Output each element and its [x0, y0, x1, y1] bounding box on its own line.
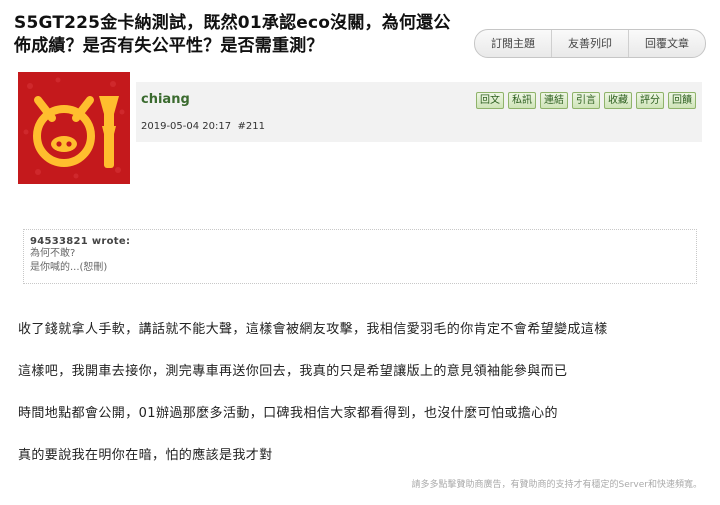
- sponsor-notice: 請多多點擊贊助商廣告，有贊助商的支持才有穩定的Server和快速頻寬。: [411, 480, 702, 490]
- subscribe-button[interactable]: 訂閱主題: [475, 30, 552, 57]
- post-datetime: 2019-05-04 20:17: [141, 121, 232, 132]
- avatar[interactable]: [18, 72, 130, 184]
- favorite-button[interactable]: 收藏: [604, 92, 632, 109]
- reply-button[interactable]: 回覆文章: [629, 30, 705, 57]
- link-button[interactable]: 連結: [540, 92, 568, 109]
- post-body-line: 這樣吧，我開車去接你，測完專車再送你回去，我真的只是希望讓版上的意見領袖能參與而…: [18, 364, 568, 379]
- quote-text: 為何不敢?: [30, 248, 76, 259]
- quote-block: 94533821 wrote: 為何不敢? 是你喊的...(恕刪): [23, 229, 697, 284]
- post-header: chiang 2019-05-04 20:17 #211 回文 私訊 連結 引言…: [136, 82, 702, 142]
- username[interactable]: chiang: [141, 92, 190, 107]
- quote-button[interactable]: 引言: [572, 92, 600, 109]
- print-button[interactable]: 友善列印: [552, 30, 629, 57]
- post-body-line: 時間地點都會公開，01辦過那麼多活動，口碑我相信大家都看得到，也沒什麼可怕或擔心…: [18, 406, 558, 421]
- reply-post-button[interactable]: 回文: [476, 92, 504, 109]
- post-body-line: 真的要說我在明你在暗，怕的應該是我才對: [18, 448, 273, 463]
- quote-author: 94533821 wrote:: [30, 236, 131, 247]
- pig-avatar-icon: [18, 72, 130, 184]
- feedback-button[interactable]: 回饋: [668, 92, 696, 109]
- quote-text-truncated: 是你喊的...(恕刪): [30, 262, 108, 273]
- post-floor[interactable]: #211: [237, 121, 264, 132]
- thread-toolbar: 訂閱主題 友善列印 回覆文章: [474, 29, 706, 58]
- thread-title: S5GT225金卡納測試，既然01承認eco沒關，為何還公佈成績？是否有失公平性…: [14, 13, 451, 56]
- rate-button[interactable]: 評分: [636, 92, 664, 109]
- post-actions: 回文 私訊 連結 引言 收藏 評分 回饋: [476, 92, 696, 109]
- post-body-line: 收了錢就拿人手軟，講話就不能大聲，這樣會被網友攻擊，我相信愛羽毛的你肯定不會希望…: [18, 322, 608, 337]
- private-message-button[interactable]: 私訊: [508, 92, 536, 109]
- post-meta: 2019-05-04 20:17 #211: [141, 121, 265, 132]
